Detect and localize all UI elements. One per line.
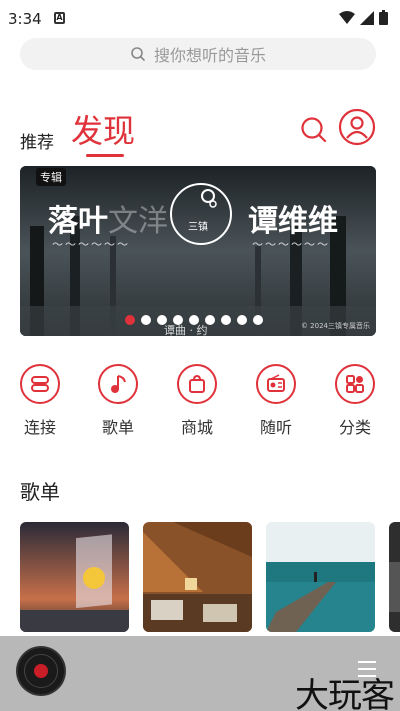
clock: 3:34 <box>8 10 42 28</box>
carousel-dot[interactable] <box>205 315 215 325</box>
vinyl-disc-icon[interactable] <box>18 648 64 694</box>
quick-item-playlist[interactable]: 歌单 <box>88 364 148 438</box>
quick-item-listen[interactable]: 随听 <box>246 364 306 438</box>
playlist-card[interactable] <box>389 522 400 632</box>
user-icon[interactable] <box>338 108 376 146</box>
vinyl-label <box>34 664 48 678</box>
sea-pier-cover <box>266 522 375 632</box>
shopping-bag-icon <box>177 364 217 404</box>
watermark-text: 大玩客 <box>295 676 395 711</box>
playlist-row <box>20 522 400 634</box>
wifi-icon <box>339 10 355 24</box>
quick-label: 歌单 <box>101 418 134 437</box>
carousel-dot[interactable] <box>173 315 183 325</box>
quick-nav: 连接 歌单 商城 随听 分类 <box>0 364 400 444</box>
music-note-icon <box>98 364 138 404</box>
quick-label: 连接 <box>23 418 56 437</box>
quick-label: 分类 <box>338 418 371 437</box>
search-placeholder: 搜你想听的音乐 <box>153 46 266 65</box>
carousel-dot[interactable] <box>157 315 167 325</box>
tab-indicator <box>86 154 124 157</box>
sunset-art-cover <box>20 522 129 632</box>
carousel-dots <box>125 315 263 325</box>
playlist-card[interactable] <box>266 522 375 632</box>
quick-item-connect[interactable]: 连接 <box>10 364 70 438</box>
banner-subtitle-left: 〜〜〜〜〜〜 <box>52 238 130 251</box>
notification-icon: A <box>54 12 65 24</box>
quick-label: 随听 <box>259 418 292 437</box>
carousel-dot[interactable] <box>189 315 199 325</box>
banner-copyright: © 2024三镇专属音乐 <box>300 322 370 330</box>
status-bar: 3:34 A <box>0 0 400 36</box>
category-icon <box>335 364 375 404</box>
search-bar[interactable]: 搜你想听的音乐 <box>20 38 376 70</box>
radio-icon <box>256 364 296 404</box>
signal-icon <box>360 10 374 25</box>
search-icon[interactable] <box>300 116 328 144</box>
banner-title-faded: 文洋 <box>108 204 168 239</box>
banner-title-left: 落叶 <box>48 204 108 239</box>
carousel-dot[interactable] <box>253 315 263 325</box>
link-icon <box>20 364 60 404</box>
quick-label: 商城 <box>180 418 213 437</box>
battery-icon <box>379 10 388 25</box>
tab-discover[interactable]: 发现 <box>71 106 135 152</box>
system-icons <box>339 10 388 25</box>
quick-item-mall[interactable]: 商城 <box>167 364 227 438</box>
album-badge: 专辑 <box>36 168 66 186</box>
carousel-dot[interactable] <box>221 315 231 325</box>
search-icon <box>131 47 146 62</box>
quick-item-category[interactable]: 分类 <box>325 364 385 438</box>
brand-logo-icon <box>170 183 232 245</box>
partial-cover <box>389 522 400 632</box>
playlist-card[interactable] <box>143 522 252 632</box>
banner-carousel[interactable]: 专辑 落叶 文洋 三镇 谭维维 〜〜〜〜〜〜 〜〜〜〜〜〜 谭曲 · 约 © 2… <box>20 166 376 336</box>
brand-logo-text: 三镇 <box>188 222 208 233</box>
playlist-card[interactable] <box>20 522 129 632</box>
carousel-dot[interactable] <box>125 315 135 325</box>
carousel-dot[interactable] <box>141 315 151 325</box>
carousel-dot[interactable] <box>237 315 247 325</box>
tab-recommend[interactable]: 推荐 <box>20 128 54 153</box>
section-title: 歌单 <box>20 480 60 504</box>
banner-title-right: 谭维维 <box>248 204 338 239</box>
wooden-attic-cover <box>143 522 252 632</box>
banner-subtitle-right: 〜〜〜〜〜〜 <box>252 238 330 251</box>
